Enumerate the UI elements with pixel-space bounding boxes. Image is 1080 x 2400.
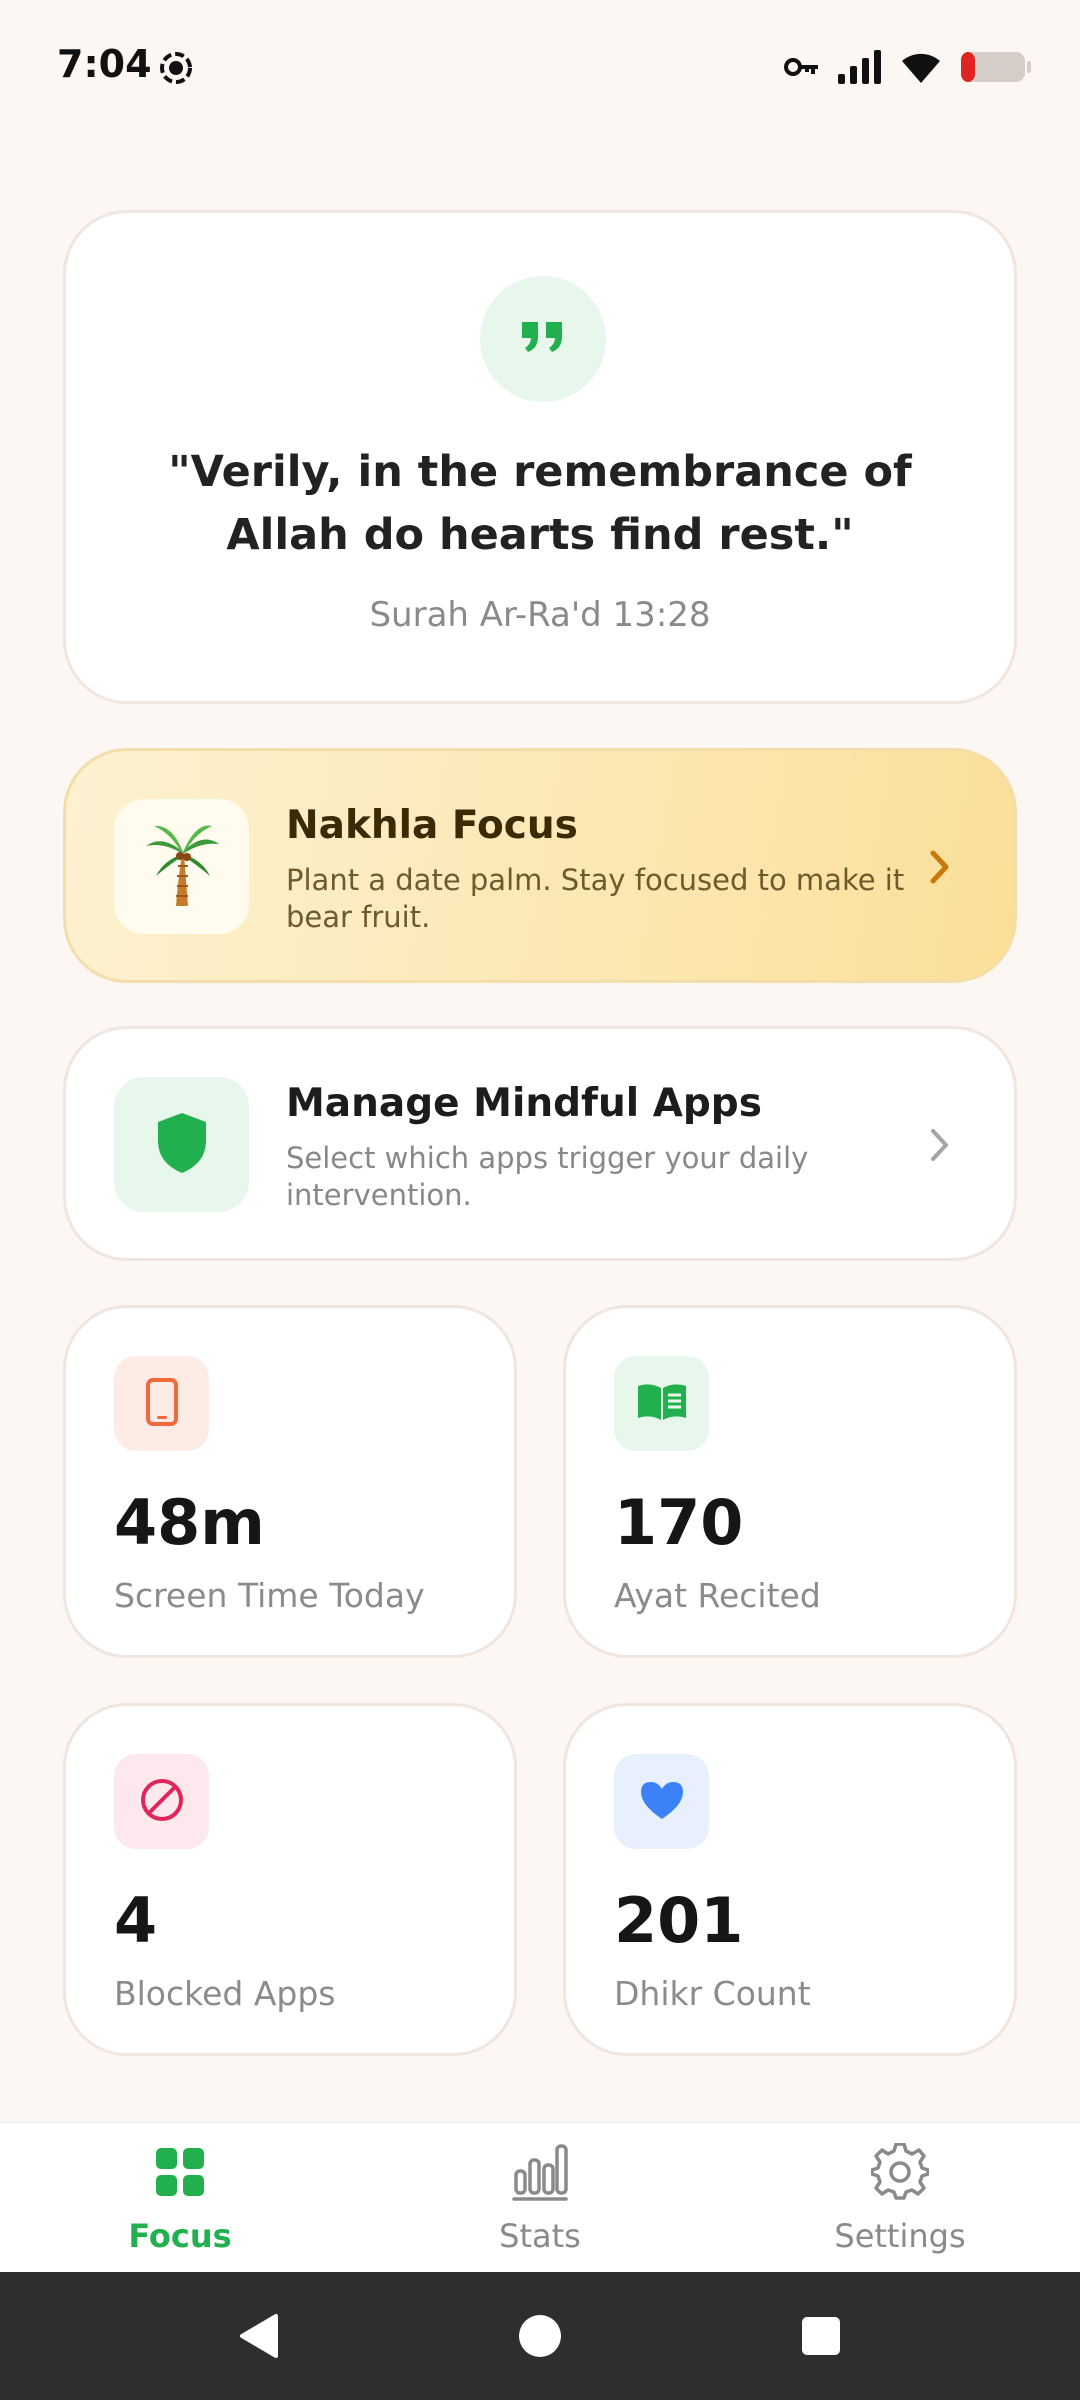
- quote-badge: [480, 276, 606, 402]
- recents-icon[interactable]: [801, 2316, 841, 2360]
- nakhla-focus-title: Nakhla Focus: [286, 803, 578, 848]
- status-bar: 7:04: [0, 0, 1080, 134]
- phone-icon: [145, 1377, 179, 1431]
- palm-tree-icon-tile: [114, 799, 249, 934]
- dhikr-count-label: Dhikr Count: [614, 1974, 811, 2013]
- book-icon-tile: [614, 1356, 709, 1451]
- book-icon: [636, 1382, 688, 1426]
- nakhla-focus-card[interactable]: Nakhla Focus Plant a date palm. Stay foc…: [63, 748, 1017, 983]
- stat-card-ayat-recited[interactable]: 170 Ayat Recited: [563, 1305, 1017, 1658]
- vpn-key-icon: [784, 55, 820, 83]
- heart-icon: [639, 1779, 685, 1825]
- wifi-icon: [900, 50, 942, 88]
- signal-icon: [838, 50, 882, 88]
- quote-source: Surah Ar-Ra'd 13:28: [369, 595, 711, 635]
- quote-icon: [520, 320, 566, 358]
- stat-card-dhikr-count[interactable]: 201 Dhikr Count: [563, 1703, 1017, 2056]
- status-time: 7:04: [57, 42, 152, 86]
- bottom-nav: Focus Stats Settings: [0, 2122, 1080, 2272]
- nav-tab-settings[interactable]: Settings: [750, 2141, 1050, 2255]
- blocked-apps-value: 4: [114, 1884, 158, 1957]
- back-icon[interactable]: [236, 2312, 280, 2364]
- stat-card-blocked-apps[interactable]: 4 Blocked Apps: [63, 1703, 517, 2056]
- shield-icon-tile: [114, 1077, 249, 1212]
- quote-card: "Verily, in the remembrance of Allah do …: [63, 210, 1017, 704]
- grid-icon: [155, 2147, 205, 2201]
- palm-tree-icon: [142, 820, 222, 914]
- system-nav-bar: [0, 2272, 1080, 2400]
- blocked-apps-label: Blocked Apps: [114, 1974, 336, 2013]
- blocked-icon: [138, 1776, 186, 1828]
- screen-record-icon: [158, 50, 194, 90]
- phone-icon-tile: [114, 1356, 209, 1451]
- nav-tab-focus[interactable]: Focus: [30, 2141, 330, 2255]
- ayat-recited-value: 170: [614, 1486, 744, 1559]
- heart-icon-tile: [614, 1754, 709, 1849]
- nakhla-focus-subtitle: Plant a date palm. Stay focused to make …: [286, 863, 905, 934]
- nav-tab-stats[interactable]: Stats: [390, 2141, 690, 2255]
- screen-time-label: Screen Time Today: [114, 1576, 425, 1615]
- nav-label-stats: Stats: [499, 2217, 581, 2255]
- shield-icon: [155, 1111, 209, 1179]
- manage-mindful-apps-card[interactable]: Manage Mindful Apps Select which apps tr…: [63, 1026, 1017, 1261]
- ayat-recited-label: Ayat Recited: [614, 1576, 821, 1615]
- blocked-icon-tile: [114, 1754, 209, 1849]
- manage-apps-subtitle: Select which apps trigger your daily int…: [286, 1141, 809, 1212]
- manage-apps-title: Manage Mindful Apps: [286, 1081, 762, 1126]
- quote-text: "Verily, in the remembrance of Allah do …: [168, 447, 912, 560]
- stat-card-screen-time[interactable]: 48m Screen Time Today: [63, 1305, 517, 1658]
- home-icon[interactable]: [518, 2314, 562, 2362]
- battery-low-icon: [960, 50, 1032, 88]
- chevron-right-icon: [928, 847, 952, 891]
- chevron-right-icon: [928, 1125, 952, 1169]
- nav-label-focus: Focus: [128, 2217, 232, 2255]
- bar-chart-icon: [512, 2143, 568, 2205]
- dhikr-count-value: 201: [614, 1884, 744, 1957]
- gear-icon: [870, 2142, 930, 2205]
- screen-time-value: 48m: [114, 1486, 265, 1559]
- nav-label-settings: Settings: [834, 2217, 966, 2255]
